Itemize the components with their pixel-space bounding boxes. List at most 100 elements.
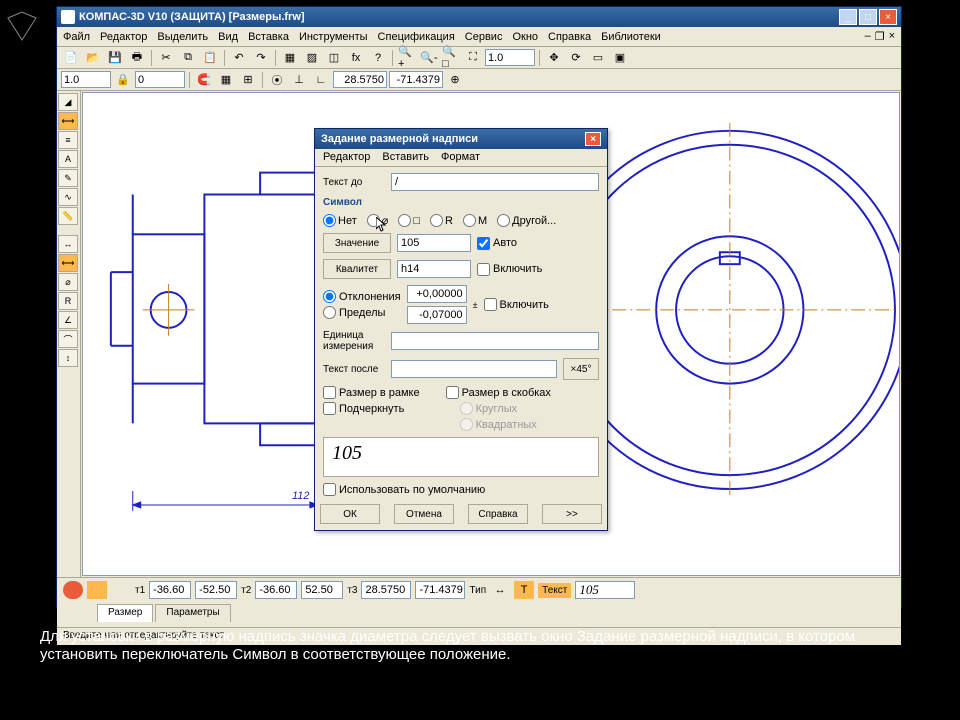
menu-spec[interactable]: Спецификация [378,31,455,43]
param-tool[interactable]: ∿ [58,188,78,206]
paste-icon[interactable]: 📋 [200,49,220,67]
save-icon[interactable]: 💾 [105,49,125,67]
menu-edit[interactable]: Редактор [100,31,147,43]
height-dim-tool[interactable]: ↕ [58,349,78,367]
use-default-checkbox[interactable]: Использовать по умолчанию [323,483,599,496]
text-after-input[interactable] [391,360,557,378]
mdi-close[interactable]: × [889,30,895,43]
help-button[interactable]: Справка [468,504,528,524]
grid-icon[interactable]: ▦ [216,71,236,89]
tool-icon[interactable]: ◫ [324,49,344,67]
text-before-input[interactable] [391,173,599,191]
auto-create-icon[interactable] [87,581,107,599]
auto-dim-tool[interactable]: ↔ [58,235,78,253]
dmenu-edit[interactable]: Редактор [323,151,370,164]
redraw-icon[interactable]: ⟳ [566,49,586,67]
zoom-input[interactable] [485,49,535,66]
snap-icon[interactable]: 🧲 [194,71,214,89]
t3-x[interactable]: 28.5750 [361,581,411,599]
include2-checkbox[interactable]: Включить [484,298,549,311]
include1-checkbox[interactable]: Включить [477,263,542,276]
radial-dim-tool[interactable]: R [58,292,78,310]
dmenu-insert[interactable]: Вставить [382,151,429,164]
geometry-tool[interactable]: ◢ [58,93,78,111]
tool-icon[interactable]: ▣ [610,49,630,67]
lock-icon[interactable]: 🔒 [113,71,133,89]
menu-file[interactable]: Файл [63,31,90,43]
menu-window[interactable]: Окно [512,31,538,43]
radio-none[interactable]: Нет [323,214,357,227]
tool-icon[interactable]: ∟ [311,71,331,89]
angle-45-button[interactable]: ×45° [563,358,599,380]
kvalitet-input[interactable] [397,260,471,278]
brackets-checkbox[interactable]: Размер в скобках [446,386,551,399]
unit-input[interactable] [391,332,599,350]
print-icon[interactable]: 🖶 [127,49,147,67]
pan-icon[interactable]: ✥ [544,49,564,67]
tab-dimension[interactable]: Размер [97,604,153,622]
dmenu-format[interactable]: Формат [441,151,480,164]
new-icon[interactable]: 📄 [61,49,81,67]
tool-icon[interactable]: ⊥ [289,71,309,89]
radio-square[interactable]: □ [398,214,420,227]
cut-icon[interactable]: ✂ [156,49,176,67]
tool-icon[interactable]: ⦿ [267,71,287,89]
ok-button[interactable]: ОК [320,504,380,524]
menu-service[interactable]: Сервис [465,31,503,43]
ortho-icon[interactable]: ⊞ [238,71,258,89]
edit-tool[interactable]: ✎ [58,169,78,187]
tool-icon[interactable]: ▦ [280,49,300,67]
t1-x[interactable]: -36.60 [149,581,191,599]
dimensions-tool[interactable]: ⟷ [58,112,78,130]
text-value[interactable]: 105 [575,581,635,599]
notation-tool[interactable]: ≡ [58,131,78,149]
frame-checkbox[interactable]: Размер в рамке [323,386,420,399]
dialog-close-button[interactable]: × [585,132,601,146]
angle-input[interactable] [135,71,185,88]
arc-dim-tool[interactable]: ⌒ [58,330,78,348]
mdi-restore[interactable]: ❐ [875,30,885,43]
maximize-button[interactable]: □ [859,9,877,25]
value-button[interactable]: Значение [323,233,391,253]
radio-limits[interactable]: Пределы [323,306,401,319]
menu-libs[interactable]: Библиотеки [601,31,661,43]
mdi-minimize[interactable]: – [865,30,871,43]
minimize-button[interactable]: _ [839,9,857,25]
radio-diameter[interactable]: ⌀ [367,214,389,227]
more-button[interactable]: >> [542,504,602,524]
redo-icon[interactable]: ↷ [251,49,271,67]
text-mode-icon[interactable]: T [514,581,534,599]
auto-checkbox[interactable]: Авто [477,237,517,250]
type-icon[interactable]: ↔ [490,581,510,599]
tool-icon[interactable]: ⊕ [445,71,465,89]
zoom-out-icon[interactable]: 🔍- [419,49,439,67]
t2-y[interactable]: 52.50 [301,581,343,599]
coord-y[interactable] [389,71,443,88]
menu-tools[interactable]: Инструменты [299,31,368,43]
linear-dim-tool[interactable]: ⟷ [58,254,78,272]
menu-insert[interactable]: Вставка [248,31,289,43]
help-icon[interactable]: ? [368,49,388,67]
scale-input[interactable] [61,71,111,88]
tool-icon[interactable]: ▨ [302,49,322,67]
stop-icon[interactable] [63,581,83,599]
undo-icon[interactable]: ↶ [229,49,249,67]
zoom-window-icon[interactable]: 🔍□ [441,49,461,67]
dev-lower-input[interactable] [407,306,467,324]
radio-metric[interactable]: M [463,214,487,227]
menu-help[interactable]: Справка [548,31,591,43]
tool-icon[interactable]: ▭ [588,49,608,67]
diameter-dim-tool[interactable]: ⌀ [58,273,78,291]
variables-icon[interactable]: fx [346,49,366,67]
measure-tool[interactable]: 📏 [58,207,78,225]
cancel-button[interactable]: Отмена [394,504,454,524]
kvalitet-button[interactable]: Квалитет [323,259,391,279]
zoom-in-icon[interactable]: 🔍+ [397,49,417,67]
menu-view[interactable]: Вид [218,31,238,43]
menu-select[interactable]: Выделить [157,31,208,43]
radio-deviations[interactable]: Отклонения [323,290,401,303]
value-input[interactable] [397,234,471,252]
angular-dim-tool[interactable]: ∠ [58,311,78,329]
text-tool[interactable]: A [58,150,78,168]
copy-icon[interactable]: ⧉ [178,49,198,67]
